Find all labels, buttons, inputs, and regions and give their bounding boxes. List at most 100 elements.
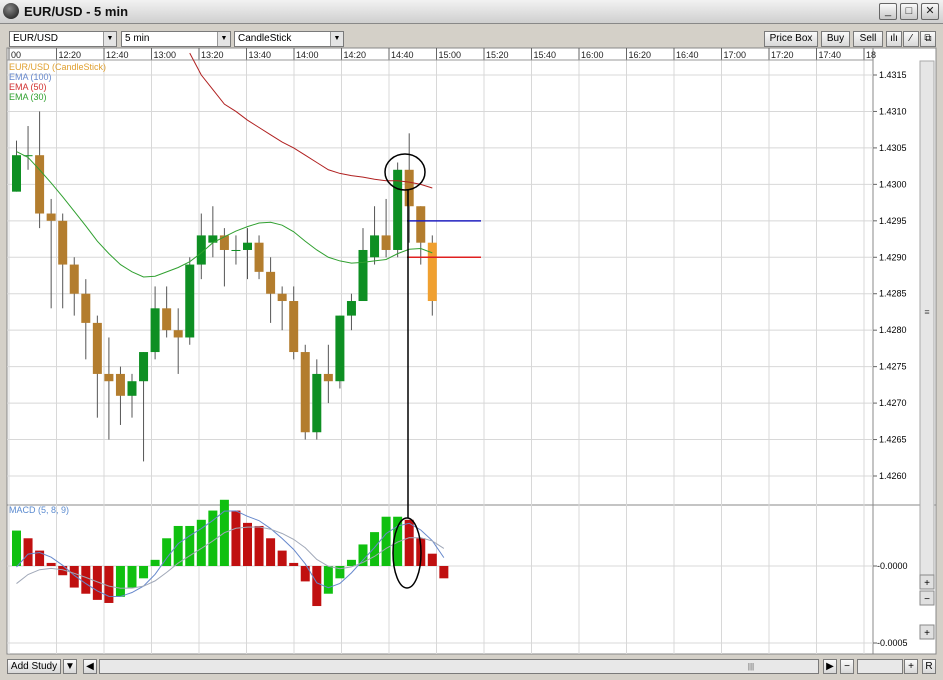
candle-body	[277, 293, 287, 302]
price-label: 1.4290	[879, 252, 907, 262]
macd-bar	[243, 522, 252, 566]
horizontal-scrollbar[interactable]	[99, 659, 819, 674]
chevron-down-icon: ▼	[217, 32, 230, 46]
macd-bar	[254, 525, 264, 566]
candle-body	[289, 301, 299, 353]
chevron-down-icon: ▼	[103, 32, 116, 46]
app-icon	[3, 3, 19, 19]
time-label: 15:00	[439, 50, 462, 60]
macd-bar	[173, 525, 183, 566]
time-label: 15:20	[486, 50, 509, 60]
macd-bar	[185, 525, 195, 566]
time-label: 18	[866, 50, 876, 60]
chart-canvas[interactable]: ≡ + − +00 12:20 12:40 13:00 13:20 13:40 14:00 14:2…	[0, 47, 943, 657]
chevron-down-icon[interactable]: ▼	[63, 659, 77, 674]
chart-style-select[interactable]: CandleStick ▼	[234, 31, 344, 47]
legend-ema30: EMA (30)	[9, 92, 47, 102]
price-label: 1.4265	[879, 435, 907, 445]
time-label: 14:00	[296, 50, 319, 60]
price-box-button[interactable]: Price Box	[764, 31, 818, 47]
price-label: 1.4285	[879, 289, 907, 299]
time-label: 12:40	[106, 50, 129, 60]
interval-select[interactable]: 5 min ▼	[121, 31, 231, 47]
macd-bar	[404, 519, 414, 566]
scroll-thumb[interactable]: |||	[744, 661, 758, 673]
time-label: 12:20	[59, 50, 82, 60]
candle-body	[162, 308, 172, 331]
macd-label: MACD (5, 8, 9)	[9, 505, 70, 515]
candle-body	[266, 271, 276, 294]
candle-body	[335, 315, 345, 382]
macd-bar	[312, 566, 322, 607]
candle-body	[312, 373, 322, 433]
candle-body	[92, 322, 102, 374]
price-label: 1.4305	[879, 143, 907, 153]
detach-icon[interactable]: ⧉	[920, 31, 936, 47]
candle-body	[127, 381, 137, 396]
toolbar: EUR/USD ▼ 5 min ▼ CandleStick ▼ Price Bo…	[0, 29, 943, 49]
candle-body	[58, 220, 68, 265]
zoom-out-icon[interactable]: −	[840, 659, 854, 674]
legend: EUR/USD (CandleStick) EMA (100) EMA (50)…	[9, 62, 106, 102]
macd-bar	[323, 566, 333, 594]
time-label: 13:00	[154, 50, 177, 60]
macd-scroll-icon: +	[924, 578, 930, 589]
scroll-right-icon[interactable]: ▶	[823, 659, 837, 674]
macd-bar	[346, 559, 356, 566]
title-bar: EUR/USD - 5 min _ □ ✕	[0, 0, 943, 24]
chart-style-value: CandleStick	[238, 33, 292, 44]
price-label: 1.4275	[879, 362, 907, 372]
sell-button[interactable]: Sell	[853, 31, 883, 47]
macd-bar	[69, 566, 79, 588]
maximize-button[interactable]: □	[900, 3, 918, 20]
time-label: 00	[11, 50, 21, 60]
buy-button[interactable]: Buy	[821, 31, 850, 47]
candle-body	[150, 308, 160, 353]
price-label: 1.4260	[879, 471, 907, 481]
minimize-button[interactable]: _	[879, 3, 897, 20]
macd-bar	[139, 566, 149, 579]
macd-bar	[46, 562, 56, 566]
candle-body	[12, 155, 21, 192]
candle-body	[81, 293, 91, 323]
candle-body	[219, 235, 229, 250]
chart-area[interactable]: ≡ + − +00 12:20 12:40 13:00 13:20 13:40 14:00 14:2…	[0, 47, 943, 657]
macd-bar	[439, 566, 449, 579]
candle-body	[243, 242, 252, 250]
macd-bar	[115, 566, 125, 597]
add-study-button[interactable]: Add Study	[7, 659, 61, 674]
time-label: 17:20	[771, 50, 794, 60]
time-label: 14:40	[391, 50, 414, 60]
candle-body	[358, 249, 368, 302]
scroll-left-icon[interactable]: ◀	[83, 659, 97, 674]
time-label: 16:00	[581, 50, 604, 60]
time-label: 13:20	[201, 50, 224, 60]
candle-body	[300, 352, 310, 433]
macd-bar	[81, 566, 91, 594]
price-label: 1.4310	[879, 106, 907, 116]
macd-bar	[277, 550, 287, 566]
price-label: 1.4315	[879, 70, 907, 80]
zoom-slider[interactable]	[857, 659, 903, 674]
indicator-icon[interactable]: ılı	[886, 31, 902, 47]
chevron-down-icon: ▼	[330, 32, 343, 46]
price-label: 1.4270	[879, 398, 907, 408]
macd-bar	[266, 538, 276, 566]
legend-ema100: EMA (100)	[9, 72, 52, 82]
symbol-select[interactable]: EUR/USD ▼	[9, 31, 117, 47]
zoom-in-icon[interactable]: +	[904, 659, 918, 674]
status-bar: Add Study ▼ ◀ ▶ − + R	[0, 657, 943, 677]
reset-button[interactable]: R	[922, 659, 936, 674]
candle-body	[115, 373, 125, 396]
candle-body	[185, 264, 195, 338]
pencil-icon[interactable]: ⁄	[903, 31, 919, 47]
macd-bar	[370, 532, 380, 566]
candle-body	[231, 249, 241, 251]
macd-axis-label: -0.0005	[877, 638, 908, 648]
price-label: 1.4295	[879, 216, 907, 226]
close-button[interactable]: ✕	[921, 3, 939, 20]
interval-value: 5 min	[125, 33, 150, 44]
price-label: 1.4280	[879, 325, 907, 335]
time-label: 14:20	[344, 50, 367, 60]
candle-body	[104, 373, 114, 382]
